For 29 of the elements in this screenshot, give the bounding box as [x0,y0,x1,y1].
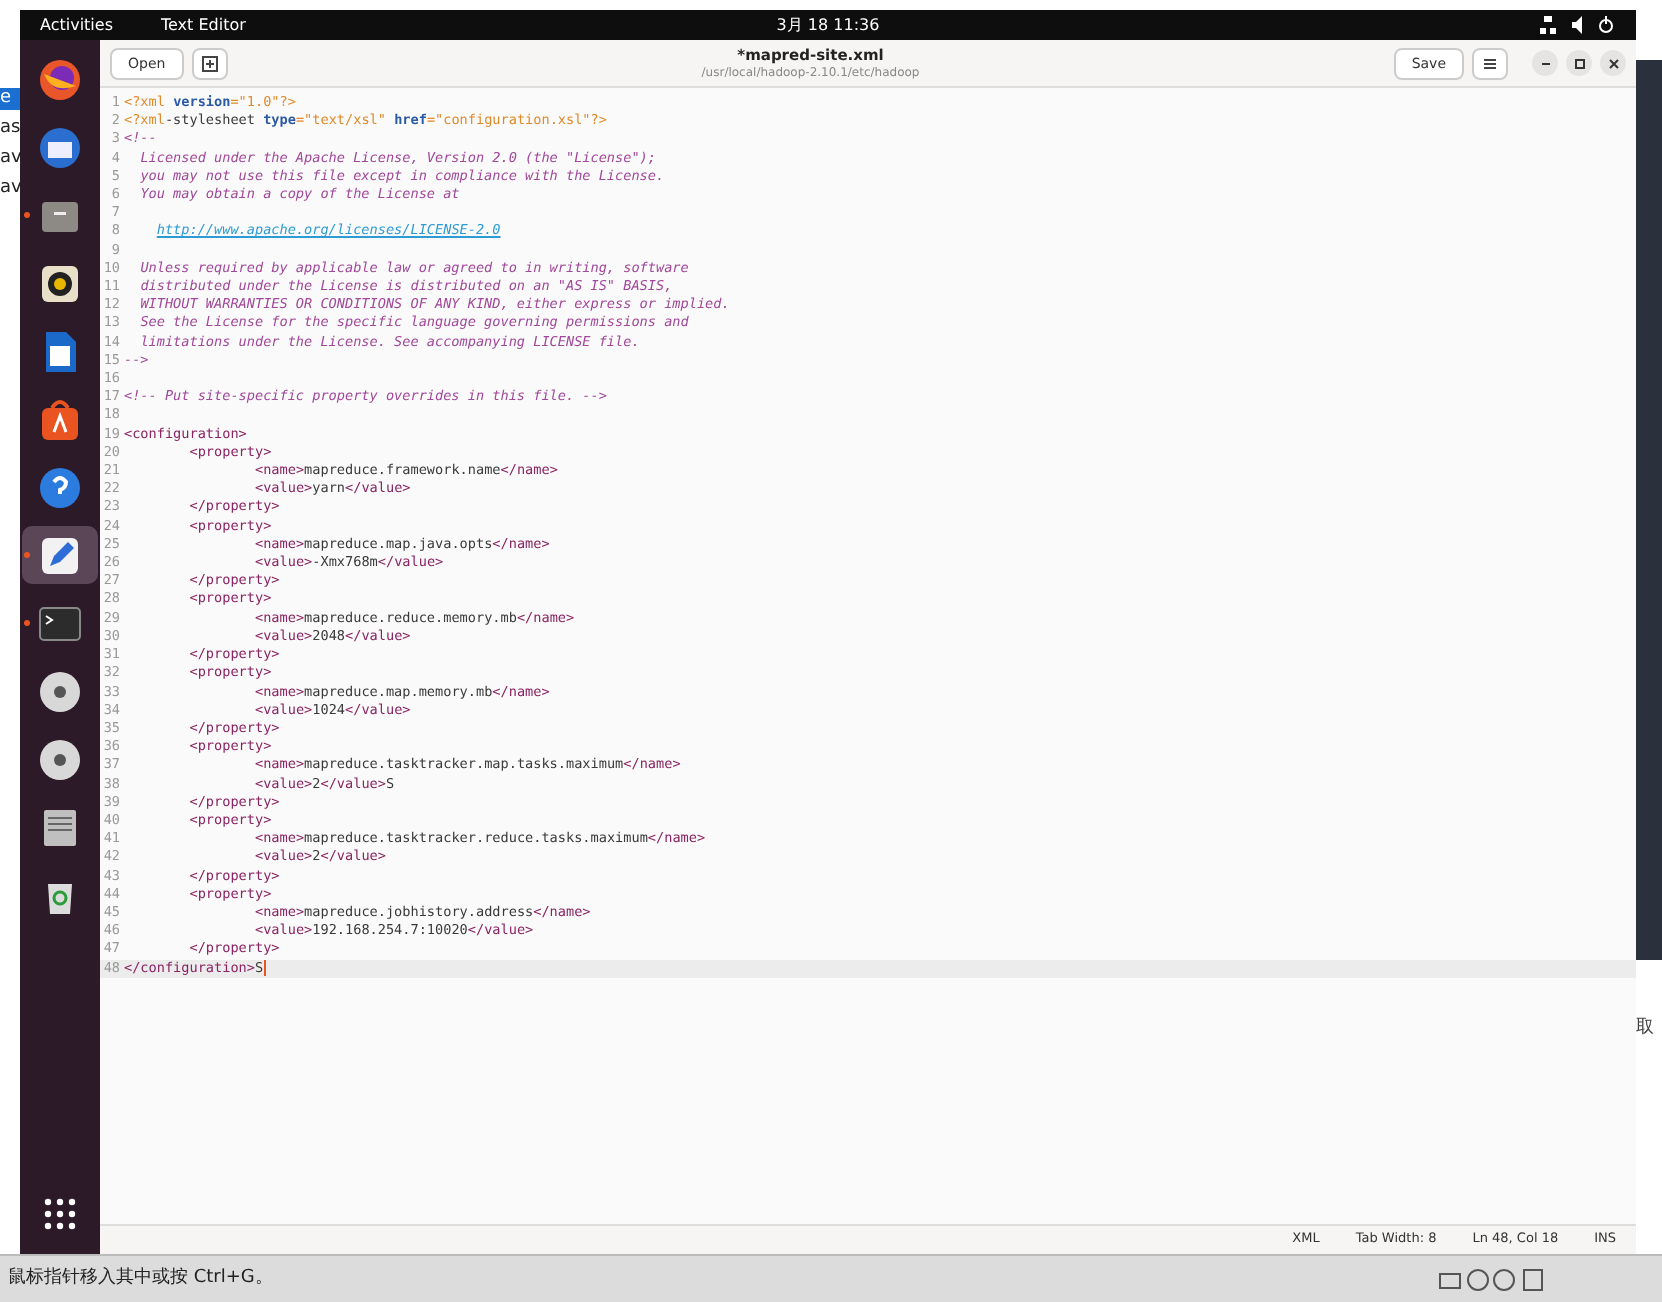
help-icon [38,465,82,509]
drive-icon [38,805,82,849]
pencil-icon [38,533,82,577]
menu-button[interactable] [1472,47,1508,79]
clock[interactable]: 3月 18 11:36 [776,13,880,37]
list-item[interactable]: as [0,118,20,140]
firefox-icon [38,57,82,101]
app-menu[interactable]: Text Editor [161,13,246,37]
speaker-icon [38,261,82,305]
cancel-label: 取 [1636,1016,1656,1042]
close-icon [1607,57,1619,69]
maximize-icon [1573,57,1585,69]
status-icons[interactable] [1540,16,1616,34]
menu-icon [1482,55,1498,72]
disc-icon [38,669,82,713]
list-item[interactable]: e [0,88,20,110]
hint-text: 鼠标指针移入其中或按 Ctrl+G。 [8,1265,273,1292]
store-icon [38,397,82,441]
new-tab-icon [201,55,218,72]
new-tab-button[interactable] [191,47,228,79]
disc-icon [38,737,82,781]
mail-icon [38,125,82,169]
minimize-button[interactable] [1532,50,1558,76]
activities-button[interactable]: Activities [40,13,113,37]
dock-item[interactable] [22,526,98,584]
terminal-icon [38,601,82,645]
maximize-button[interactable] [1566,50,1592,76]
close-button[interactable] [1600,50,1626,76]
minimize-icon [1539,57,1551,69]
